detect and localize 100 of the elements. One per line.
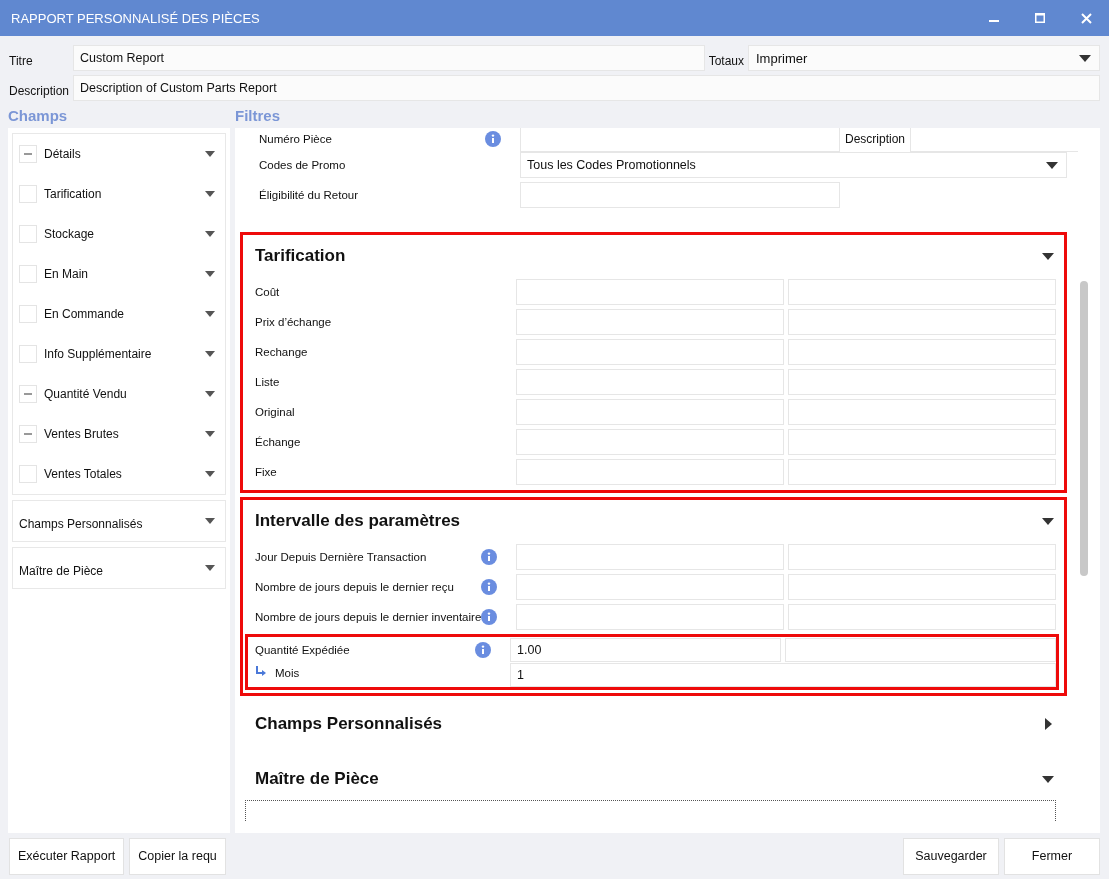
field-group-label: Détails xyxy=(44,147,82,161)
range-from-field[interactable] xyxy=(516,429,784,455)
field-group-label: En Commande xyxy=(44,307,126,321)
action-button[interactable]: Fermer xyxy=(1004,837,1100,875)
sub-arrow-icon xyxy=(255,666,266,677)
filter-label: Quantité Expédiée xyxy=(255,643,350,656)
section-title: Tarification xyxy=(255,246,346,266)
months-field[interactable]: 1 xyxy=(510,662,1056,687)
field-group-label: Info Supplémentaire xyxy=(44,347,153,361)
caret-down-icon xyxy=(205,191,215,197)
field-group-label: Ventes Totales xyxy=(44,467,123,481)
close-icon xyxy=(1080,12,1092,24)
caret-down-icon xyxy=(1042,517,1054,525)
filter-label: Original xyxy=(255,406,295,418)
range-from-field[interactable] xyxy=(516,399,784,425)
range-to-field[interactable] xyxy=(788,459,1056,485)
info-icon xyxy=(481,609,498,625)
range-to-field[interactable] xyxy=(788,604,1056,630)
action-button[interactable]: Exécuter Rapport xyxy=(9,837,125,875)
field-label: Description xyxy=(9,83,71,98)
filter-label: Éligibilité du Retour xyxy=(259,189,359,201)
checkbox[interactable] xyxy=(19,305,37,323)
range-to-field[interactable] xyxy=(788,309,1056,335)
info-icon xyxy=(475,641,491,658)
range-to-field[interactable] xyxy=(788,339,1056,365)
field-group-label: Quantité Vendu xyxy=(44,387,128,401)
section-title: Maître de Pièce xyxy=(255,769,379,789)
filter-label: Jour Depuis Dernière Transaction xyxy=(255,551,427,563)
caret-down-icon xyxy=(205,351,215,357)
caret-down-icon xyxy=(205,311,215,317)
panel-heading: Champs xyxy=(8,106,69,126)
filter-label: Rechange xyxy=(255,346,308,358)
range-from-field[interactable] xyxy=(516,574,784,600)
range-to-field[interactable] xyxy=(788,369,1056,395)
filter-field[interactable] xyxy=(910,128,1078,152)
checkbox[interactable] xyxy=(19,225,37,243)
filter-field[interactable] xyxy=(520,182,840,208)
range-to-field[interactable] xyxy=(788,279,1056,305)
checkbox[interactable] xyxy=(19,465,37,483)
filter-label: Fixe xyxy=(255,466,277,478)
range-from-field[interactable] xyxy=(516,544,784,570)
field-label: Totaux xyxy=(707,53,745,68)
filter-label: Numéro Pièce xyxy=(259,133,332,145)
minimize-icon xyxy=(989,20,999,22)
filter-label: Coût xyxy=(255,286,280,298)
caret-down-icon xyxy=(205,565,215,571)
checkbox[interactable] xyxy=(19,425,37,443)
caret-down-icon xyxy=(205,271,215,277)
range-from-field[interactable] xyxy=(516,459,784,485)
caret-down-icon xyxy=(205,518,215,524)
caret-right-icon xyxy=(1044,718,1052,730)
promo-dropdown[interactable]: Tous les Codes Promotionnels xyxy=(520,152,1067,178)
checkbox[interactable] xyxy=(19,145,37,163)
checkbox[interactable] xyxy=(19,385,37,403)
maximize-icon xyxy=(1035,13,1045,23)
caret-down-icon xyxy=(205,431,215,437)
caret-down-icon xyxy=(1079,54,1091,62)
filter-field[interactable] xyxy=(520,128,840,152)
caret-down-icon xyxy=(1042,252,1054,260)
field-group-label: En Main xyxy=(44,267,90,281)
info-icon xyxy=(485,131,501,147)
filter-label: Mois xyxy=(275,666,300,679)
group-title: Champs Personnalisés xyxy=(19,516,144,531)
range-from-field[interactable] xyxy=(516,339,784,365)
range-from-field[interactable] xyxy=(516,604,784,630)
range-from-field[interactable] xyxy=(516,309,784,335)
range-to-field[interactable] xyxy=(785,637,1056,662)
range-to-field[interactable] xyxy=(788,429,1056,455)
group-title: Maître de Pièce xyxy=(19,563,105,578)
range-from-field[interactable]: 1.00 xyxy=(510,637,781,662)
range-from-field[interactable] xyxy=(516,279,784,305)
checkbox[interactable] xyxy=(19,265,37,283)
title-field[interactable]: Custom Report xyxy=(73,45,705,71)
section-title: Intervalle des paramètres xyxy=(255,511,461,531)
action-button[interactable]: Copier la requ xyxy=(129,837,226,875)
range-to-field[interactable] xyxy=(788,544,1056,570)
checkbox[interactable] xyxy=(19,185,37,203)
range-to-field[interactable] xyxy=(788,399,1056,425)
field-group-label: Tarification xyxy=(44,187,103,201)
filter-label: Liste xyxy=(255,376,280,388)
filter-label: Prix d’échange xyxy=(255,316,332,328)
action-button[interactable]: Sauvegarder xyxy=(903,837,999,875)
info-icon xyxy=(481,579,497,595)
field-label: Description xyxy=(844,132,907,146)
section-title: Champs Personnalisés xyxy=(255,714,443,734)
caret-down-icon xyxy=(1042,775,1054,783)
description-field[interactable]: Description of Custom Parts Report xyxy=(73,75,1100,101)
panel-heading: Filtres xyxy=(235,106,281,126)
filter-label: Codes de Promo xyxy=(259,159,346,171)
filter-label: Nombre de jours depuis le dernier reçu xyxy=(255,581,454,593)
caret-down-icon xyxy=(205,151,215,157)
checkbox[interactable] xyxy=(19,345,37,363)
range-from-field[interactable] xyxy=(516,369,784,395)
filter-label: Échange xyxy=(255,436,301,448)
totals-dropdown[interactable]: Imprimer xyxy=(748,45,1100,71)
field-group-label: Ventes Brutes xyxy=(44,427,120,441)
caret-down-icon xyxy=(205,391,215,397)
scrollbar-thumb[interactable] xyxy=(1080,281,1088,576)
caret-down-icon xyxy=(1046,161,1058,169)
range-to-field[interactable] xyxy=(788,574,1056,600)
